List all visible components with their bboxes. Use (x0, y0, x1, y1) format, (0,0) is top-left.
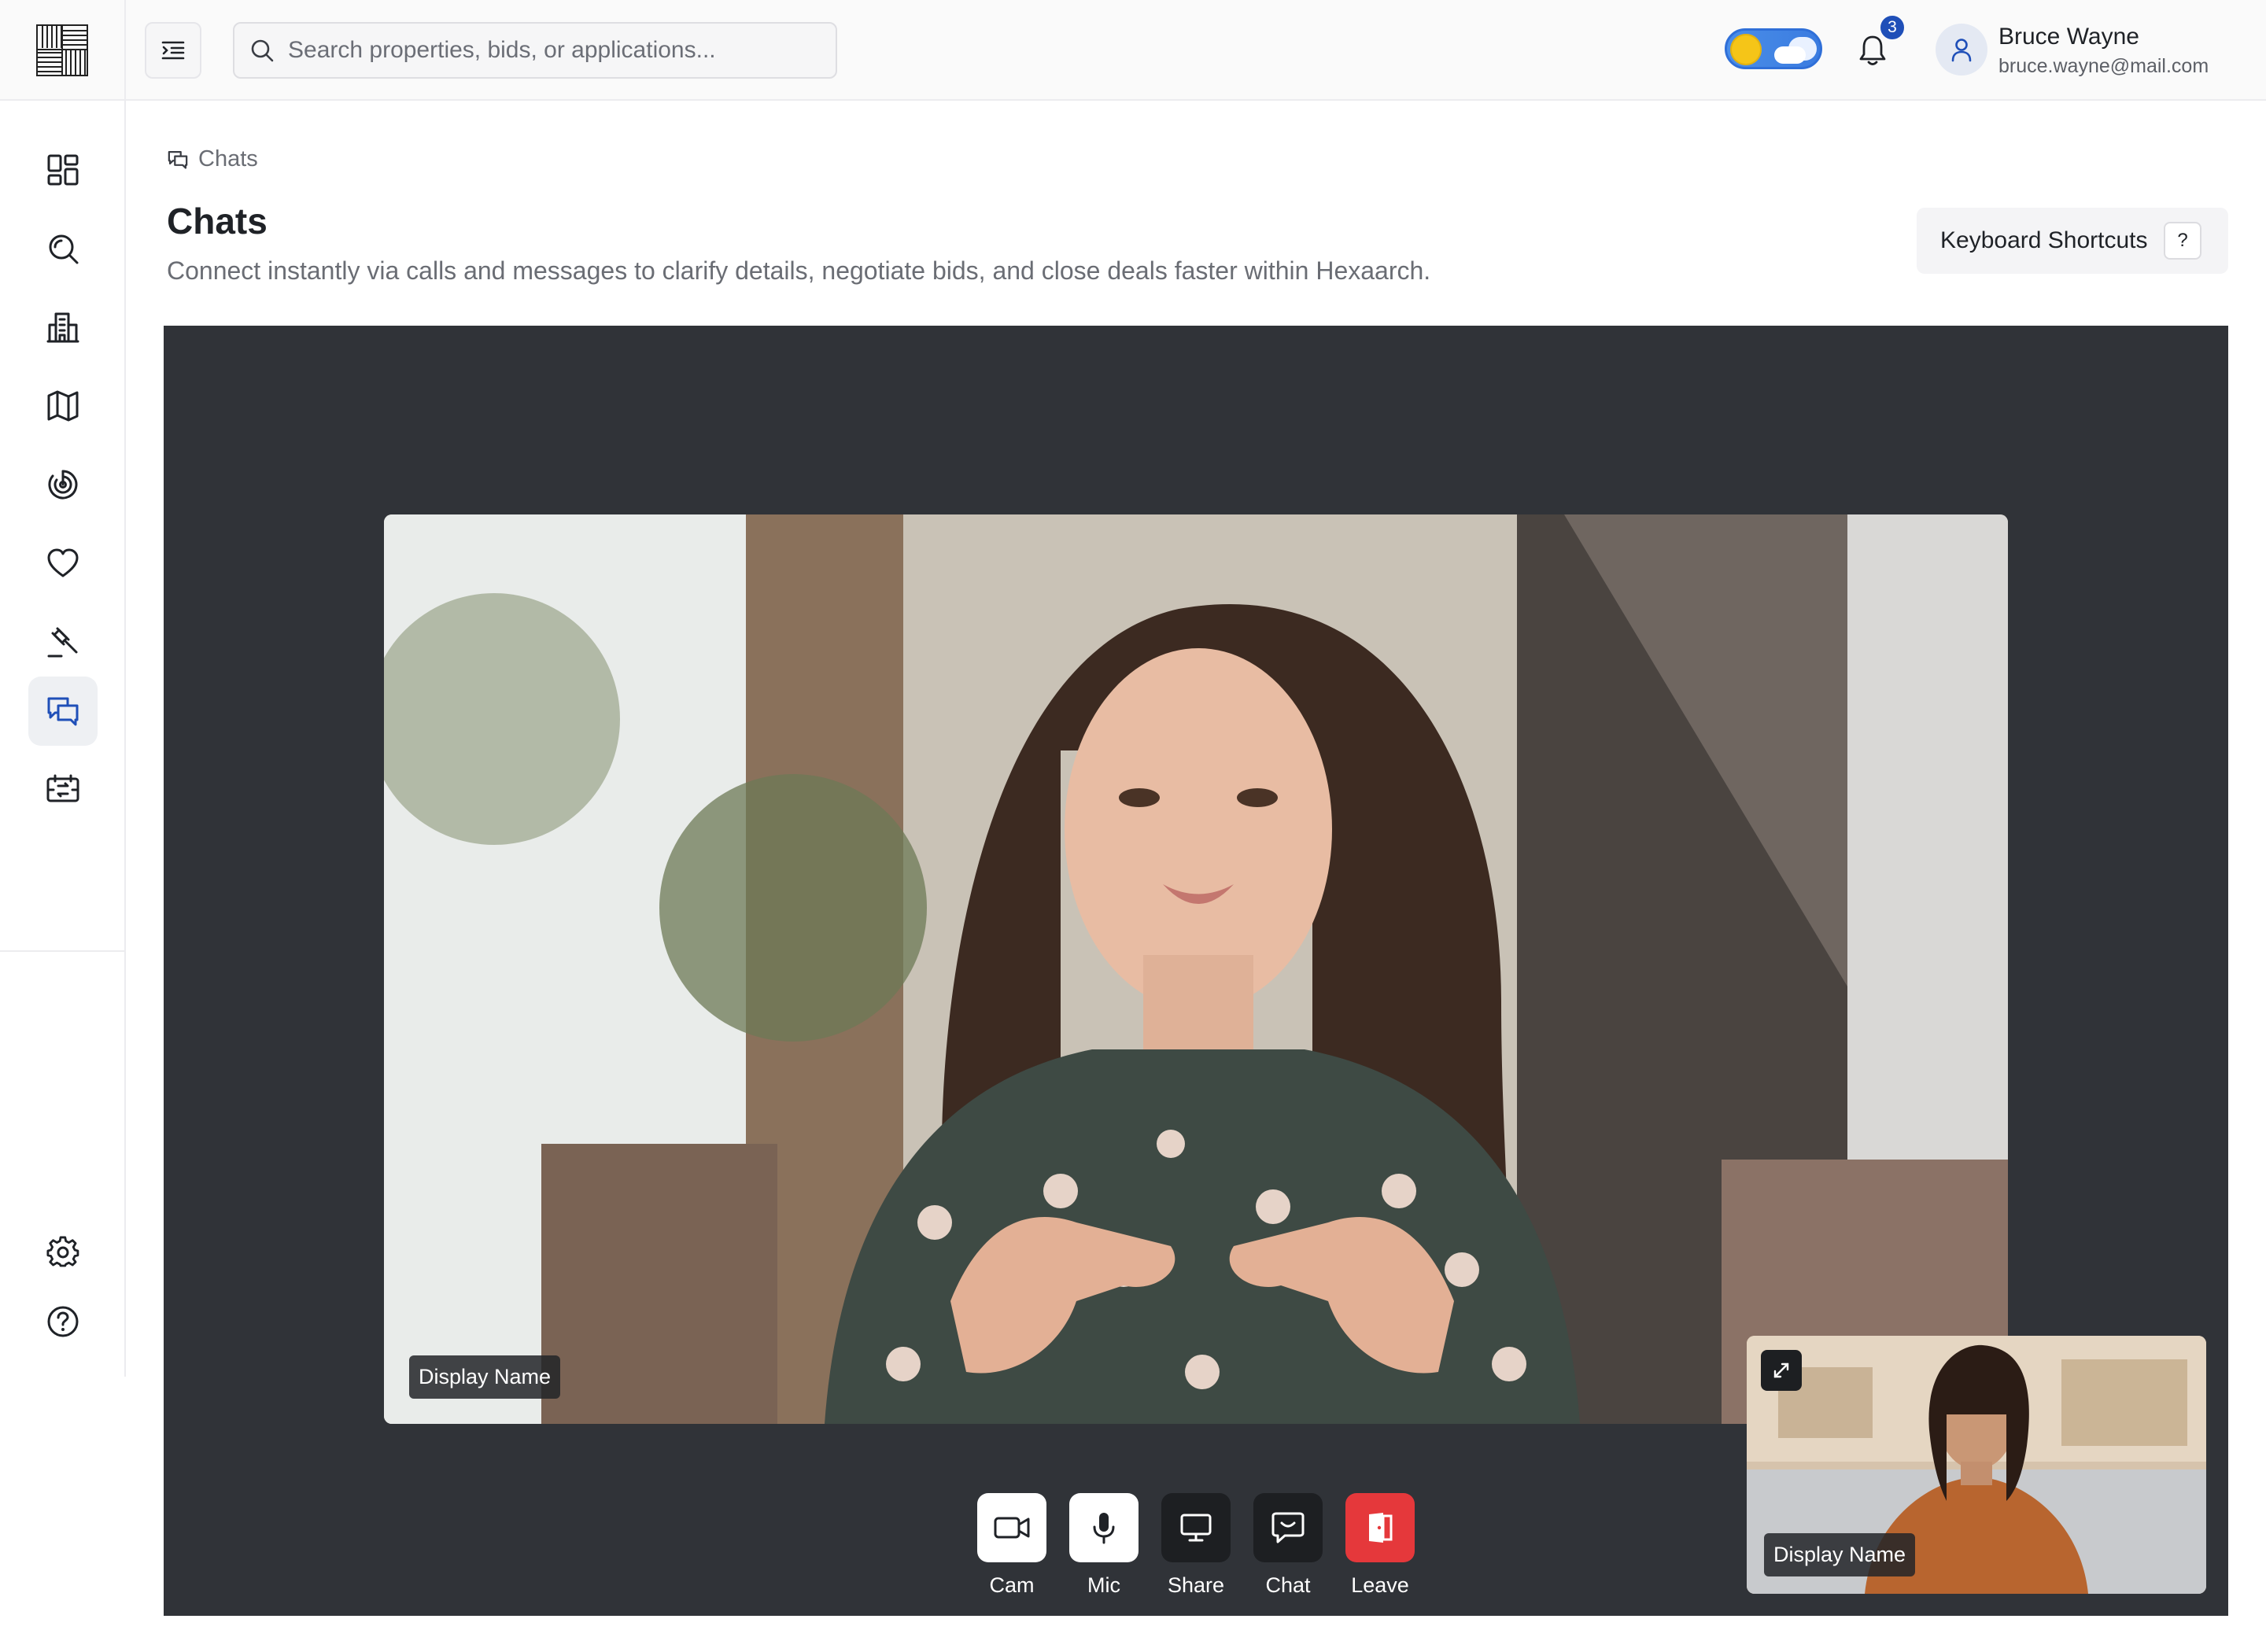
main-participant-video[interactable]: Display Name (384, 514, 2008, 1424)
cloud-icon (1774, 46, 1806, 64)
breadcrumb: Chats (167, 146, 258, 172)
call-controls: Cam Mic Share Chat Leave (164, 1493, 2228, 1611)
share-button[interactable] (1161, 1493, 1231, 1562)
sidebar-item-help[interactable] (28, 1287, 98, 1356)
sidebar-item-dashboard[interactable] (28, 135, 98, 205)
target-icon (48, 470, 78, 500)
sidebar-item-favorites[interactable] (28, 529, 98, 598)
page-title: Chats (167, 201, 268, 242)
sidebar-item-settings[interactable] (28, 1218, 98, 1287)
sidebar-item-activity[interactable] (28, 450, 98, 519)
mic-icon (1093, 1513, 1115, 1544)
sidebar-item-transactions[interactable] (28, 755, 98, 824)
cam-button[interactable] (977, 1493, 1046, 1562)
search-icon (251, 39, 274, 62)
keyboard-shortcuts-label: Keyboard Shortcuts (1940, 227, 2148, 253)
expand-icon (1773, 1363, 1789, 1378)
chat-label: Chat (1265, 1573, 1311, 1597)
gear-icon (46, 1236, 79, 1267)
sidebar (0, 101, 126, 1377)
keyboard-shortcuts-button[interactable]: Keyboard Shortcuts ? (1917, 208, 2228, 274)
sun-icon (1730, 34, 1762, 65)
shortcut-key: ? (2164, 222, 2201, 260)
avatar[interactable] (1936, 24, 1987, 76)
user-icon (1951, 39, 1972, 62)
leave-icon (1369, 1513, 1393, 1543)
search-input[interactable] (288, 37, 792, 64)
dashboard-icon (47, 154, 79, 186)
participant-video-image (384, 514, 2008, 1424)
gavel-icon (47, 627, 78, 658)
sidebar-item-map[interactable] (28, 371, 98, 441)
leave-control[interactable]: Leave (1334, 1493, 1426, 1598)
app-logo[interactable] (0, 0, 126, 101)
chat-control[interactable]: Chat (1242, 1493, 1334, 1598)
mic-label: Mic (1087, 1573, 1120, 1597)
cam-label: Cam (989, 1573, 1035, 1597)
sidebar-item-properties[interactable] (28, 293, 98, 362)
user-name[interactable]: Bruce Wayne (1998, 24, 2139, 50)
cam-control[interactable]: Cam (966, 1493, 1057, 1598)
sidebar-toggle-button[interactable] (145, 22, 201, 79)
menu-indent-icon (161, 41, 185, 60)
camera-icon (994, 1517, 1030, 1539)
logo-icon (36, 24, 88, 76)
chat-bubble-icon (1271, 1512, 1305, 1543)
participant-name-tag: Display Name (409, 1355, 561, 1399)
sidebar-item-search[interactable] (28, 214, 98, 283)
page-description: Connect instantly via calls and messages… (167, 256, 1431, 285)
leave-button[interactable] (1345, 1493, 1415, 1562)
mic-button[interactable] (1069, 1493, 1139, 1562)
theme-toggle[interactable] (1725, 28, 1822, 69)
bell-icon (1859, 35, 1886, 65)
search-icon (49, 234, 79, 264)
notification-badge: 3 (1879, 14, 1906, 41)
help-icon (47, 1306, 79, 1337)
expand-button[interactable] (1761, 1350, 1802, 1391)
map-icon (47, 390, 79, 422)
breadcrumb-current[interactable]: Chats (198, 146, 258, 172)
buildings-icon (46, 312, 79, 343)
top-bar: 3 Bruce Wayne bruce.wayne@mail.com (0, 0, 2266, 101)
leave-label: Leave (1351, 1573, 1409, 1597)
sidebar-divider (0, 950, 126, 952)
video-call-stage: Display Name Display Name Cam Mic Share … (164, 326, 2228, 1616)
sidebar-item-chats[interactable] (28, 677, 98, 746)
share-label: Share (1167, 1573, 1225, 1597)
screen-share-icon (1180, 1514, 1212, 1542)
mic-control[interactable]: Mic (1058, 1493, 1150, 1598)
chat-button[interactable] (1253, 1493, 1323, 1562)
sidebar-item-bids[interactable] (28, 607, 98, 677)
transfer-icon (46, 774, 79, 802)
search-bar (233, 22, 837, 79)
chat-icon (168, 150, 188, 169)
chat-icon (47, 697, 79, 726)
heart-icon (47, 548, 79, 577)
user-email: bruce.wayne@mail.com (1998, 55, 2209, 77)
share-control[interactable]: Share (1150, 1493, 1242, 1598)
